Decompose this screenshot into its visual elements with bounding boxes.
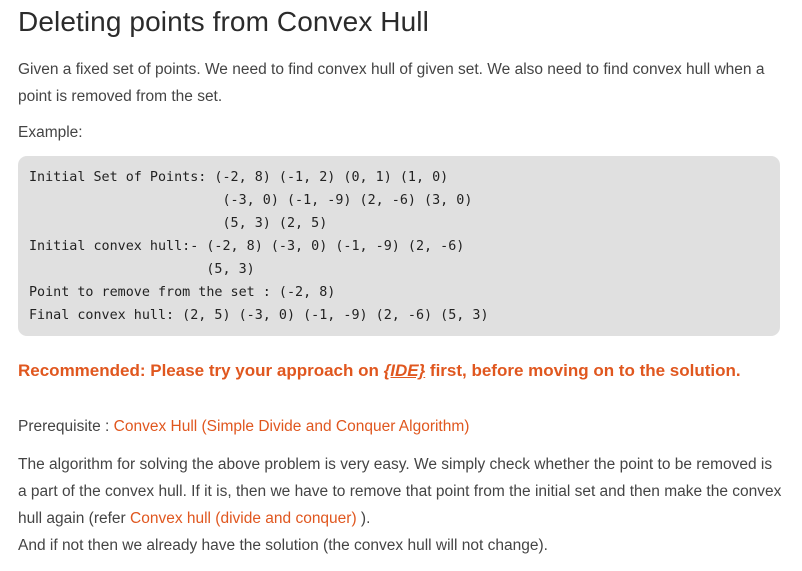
- algorithm-paragraph: The algorithm for solving the above prob…: [18, 451, 782, 559]
- recommended-text-after: first, before moving on to the solution.: [425, 361, 741, 380]
- code-text: Initial Set of Points: (-2, 8) (-1, 2) (…: [29, 166, 489, 327]
- ide-link[interactable]: {IDE}: [384, 361, 426, 380]
- code-line: Initial convex hull:- (-2, 8) (-3, 0) (-…: [29, 239, 465, 254]
- convex-hull-link[interactable]: Convex hull (divide and conquer): [130, 510, 357, 527]
- code-line: (5, 3) (2, 5): [29, 216, 328, 231]
- recommended-text-before: Recommended: Please try your approach on: [18, 361, 384, 380]
- code-block: Initial Set of Points: (-2, 8) (-1, 2) (…: [18, 156, 780, 336]
- prerequisite-label: Prerequisite :: [18, 418, 114, 435]
- code-line: Initial Set of Points: (-2, 8) (-1, 2) (…: [29, 170, 449, 185]
- prerequisite-line: Prerequisite : Convex Hull (Simple Divid…: [18, 413, 782, 440]
- intro-paragraph: Given a fixed set of points. We need to …: [18, 61, 765, 105]
- code-line: Final convex hull: (2, 5) (-3, 0) (-1, -…: [29, 308, 489, 323]
- prerequisite-link[interactable]: Convex Hull (Simple Divide and Conquer A…: [114, 418, 470, 435]
- code-line: (5, 3): [29, 262, 255, 277]
- algorithm-text-2: ).: [356, 510, 371, 527]
- example-label: Example:: [18, 124, 83, 141]
- recommended-note: Recommended: Please try your approach on…: [18, 361, 741, 381]
- code-line: Point to remove from the set : (-2, 8): [29, 285, 336, 300]
- algorithm-text-3: And if not then we already have the solu…: [18, 537, 548, 554]
- page-title: Deleting points from Convex Hull: [18, 6, 429, 37]
- code-line: (-3, 0) (-1, -9) (2, -6) (3, 0): [29, 193, 473, 208]
